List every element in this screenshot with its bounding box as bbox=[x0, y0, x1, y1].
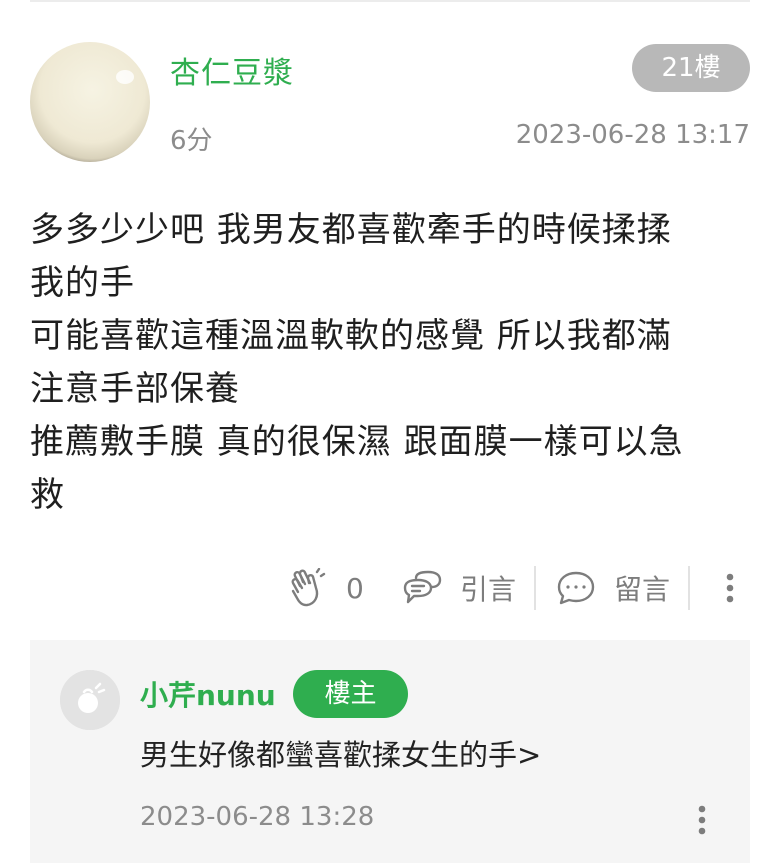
content-line: 注意手部保養 bbox=[30, 369, 240, 409]
post-timestamp: 2023-06-28 13:17 bbox=[515, 120, 750, 150]
author-avatar[interactable] bbox=[30, 42, 150, 162]
comment-label: 留言 bbox=[614, 573, 671, 606]
reply-author-name[interactable]: 小芹nunu bbox=[140, 674, 276, 714]
content-line: 救 bbox=[30, 475, 65, 515]
quote-bubble-icon bbox=[402, 570, 442, 606]
top-divider bbox=[30, 0, 750, 2]
content-line: 多多少少吧 我男友都喜歡牽手的時候揉揉 bbox=[30, 210, 672, 250]
like-button[interactable]: 0 bbox=[290, 560, 364, 616]
quote-button[interactable]: 引言 bbox=[402, 560, 516, 616]
post-action-bar: 0 引言 留言 bbox=[0, 560, 780, 616]
quote-label: 引言 bbox=[460, 573, 517, 606]
content-line: 我的手 bbox=[30, 263, 135, 303]
author-name[interactable]: 杏仁豆漿 bbox=[170, 48, 294, 92]
more-options-button[interactable] bbox=[720, 560, 740, 616]
reply-timestamp: 2023-06-28 13:28 bbox=[140, 802, 375, 832]
comment-button[interactable]: 留言 bbox=[556, 560, 670, 616]
more-vertical-icon bbox=[720, 568, 740, 608]
action-divider bbox=[688, 566, 690, 610]
reply-avatar[interactable] bbox=[60, 670, 120, 730]
floor-badge: 21樓 bbox=[632, 44, 750, 92]
content-line: 可能喜歡這種溫溫軟軟的感覺 所以我都滿 bbox=[30, 316, 672, 356]
post-content: 多多少少吧 我男友都喜歡牽手的時候揉揉 我的手 可能喜歡這種溫溫軟軟的感覺 所以… bbox=[30, 204, 750, 522]
clap-hands-icon bbox=[290, 568, 326, 608]
action-divider bbox=[534, 566, 536, 610]
reply-more-options-button[interactable] bbox=[692, 800, 712, 840]
like-count: 0 bbox=[346, 571, 364, 605]
comment-bubble-icon bbox=[556, 570, 596, 606]
content-line: 推薦敷手膜 真的很保濕 跟面膜一樣可以急 bbox=[30, 422, 684, 462]
reply-card: 小芹nunu 樓主 男生好像都蠻喜歡揉女生的手> 2023-06-28 13:2… bbox=[30, 640, 750, 863]
more-vertical-icon bbox=[698, 805, 706, 835]
default-avatar-icon bbox=[60, 670, 120, 730]
post-age: 6分 bbox=[170, 126, 213, 156]
reply-text: 男生好像都蠻喜歡揉女生的手> bbox=[140, 738, 542, 772]
op-badge: 樓主 bbox=[293, 670, 408, 718]
